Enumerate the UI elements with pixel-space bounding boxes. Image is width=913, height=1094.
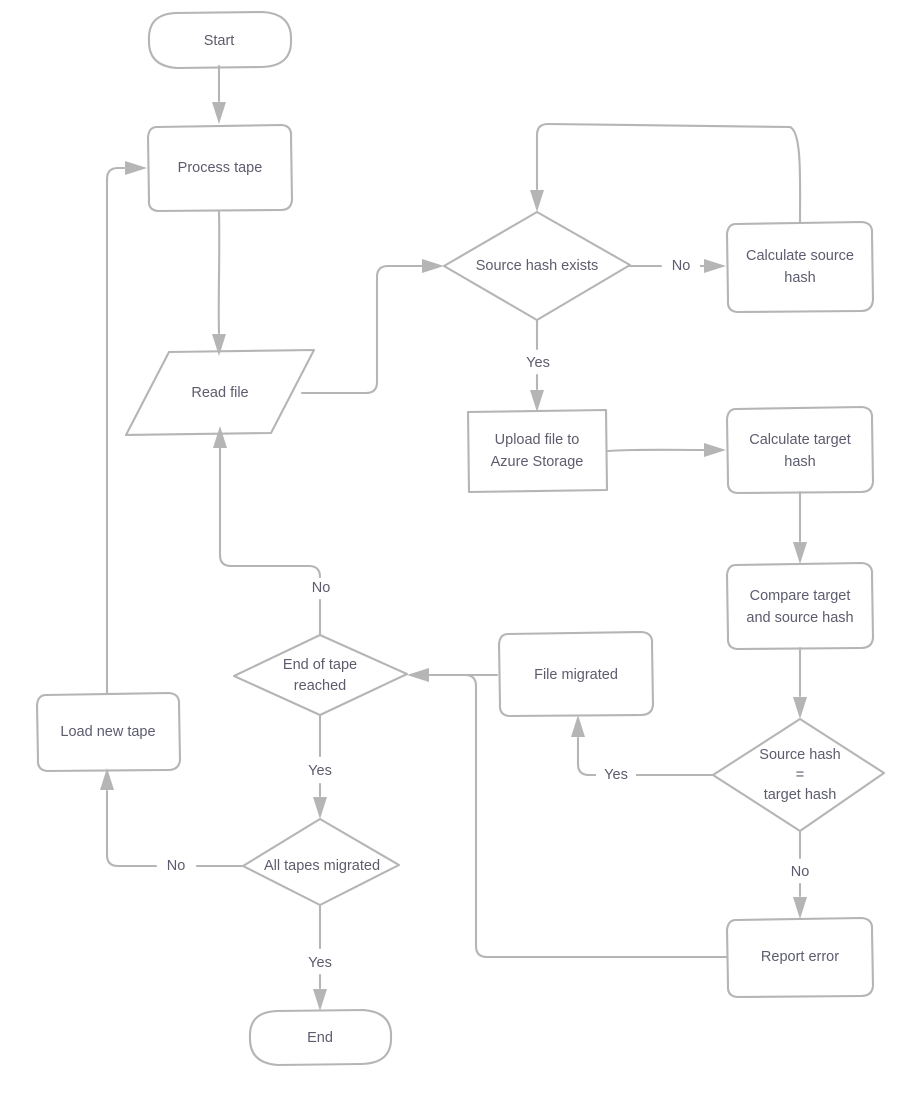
node-calculate-target-hash[interactable]: Calculate target hash <box>725 405 875 495</box>
edge-hash-equal-yes-to-file-migrated <box>571 715 715 777</box>
edge-process-tape-to-read-file <box>212 209 226 356</box>
node-source-hash-exists-label: Source hash exists <box>476 258 599 274</box>
svg-text:Yes: Yes <box>604 767 628 783</box>
node-calculate-source-hash[interactable]: Calculate source hash <box>725 220 875 314</box>
edge-label-hash-equal-no: No <box>781 862 819 882</box>
node-calculate-source-hash-label-line2: hash <box>784 270 815 286</box>
node-read-file[interactable]: Read file <box>124 348 316 437</box>
edge-upload-to-calculate-target-hash <box>606 443 726 457</box>
node-upload-file[interactable]: Upload file to Azure Storage <box>466 408 609 494</box>
node-process-tape[interactable]: Process tape <box>146 123 294 213</box>
node-hash-equal-label-line2: = <box>796 767 804 783</box>
node-end-of-tape-label-line2: reached <box>294 678 346 694</box>
node-all-tapes-label: All tapes migrated <box>264 858 380 874</box>
node-upload-file-label-line2: Azure Storage <box>491 454 584 470</box>
edge-label-all-tapes-no: No <box>157 856 195 876</box>
node-read-file-label: Read file <box>191 385 248 401</box>
node-calculate-target-hash-label-line2: hash <box>784 454 815 470</box>
node-load-new-tape[interactable]: Load new tape <box>35 691 182 773</box>
edge-end-of-tape-no-to-read-file <box>213 426 322 637</box>
node-file-migrated[interactable]: File migrated <box>497 630 655 718</box>
edge-label-source-hash-exists-no: No <box>662 256 700 276</box>
svg-text:Yes: Yes <box>526 355 550 371</box>
edge-calculate-source-hash-loopback <box>530 122 802 225</box>
node-start[interactable]: Start <box>147 10 293 70</box>
node-end-of-tape-label-line1: End of tape <box>283 657 357 673</box>
node-hash-equal-label-line1: Source hash <box>759 747 840 763</box>
edge-label-hash-equal-yes: Yes <box>596 765 636 785</box>
node-calculate-source-hash-label-line1: Calculate source <box>746 248 854 264</box>
edge-start-to-process-tape <box>212 64 226 124</box>
node-end-of-tape-decision[interactable]: End of tape reached <box>232 633 409 717</box>
edge-all-tapes-no-to-load-new-tape <box>100 768 245 868</box>
svg-text:No: No <box>791 864 810 880</box>
node-report-error-label: Report error <box>761 949 839 965</box>
node-start-label: Start <box>204 33 235 49</box>
svg-text:No: No <box>312 580 331 596</box>
edge-compare-to-hash-equal <box>793 646 807 719</box>
svg-text:Yes: Yes <box>308 955 332 971</box>
edge-load-new-tape-to-process-tape <box>105 161 147 696</box>
svg-text:No: No <box>167 858 186 874</box>
svg-text:No: No <box>672 258 691 274</box>
edge-calculate-target-hash-to-compare <box>793 490 807 564</box>
node-compare-hashes-label-line2: and source hash <box>746 610 853 626</box>
edge-label-end-of-tape-no: No <box>302 578 340 598</box>
edge-read-file-to-source-hash-exists <box>300 259 444 395</box>
svg-text:Yes: Yes <box>308 763 332 779</box>
flowchart-canvas: Start Process tape Read file Source hash… <box>0 0 913 1094</box>
node-calculate-target-hash-label-line1: Calculate target <box>749 432 851 448</box>
node-process-tape-label: Process tape <box>178 160 263 176</box>
node-compare-hashes[interactable]: Compare target and source hash <box>725 561 875 651</box>
node-all-tapes-decision[interactable]: All tapes migrated <box>241 817 401 907</box>
flowchart-svg: Start Process tape Read file Source hash… <box>35 10 886 1067</box>
edge-label-end-of-tape-yes: Yes <box>300 761 340 781</box>
node-hash-equal-label-line3: target hash <box>764 787 837 803</box>
node-source-hash-exists[interactable]: Source hash exists <box>442 210 632 322</box>
node-end-label: End <box>307 1030 333 1046</box>
node-file-migrated-label: File migrated <box>534 667 618 683</box>
node-report-error[interactable]: Report error <box>725 916 875 999</box>
edge-label-source-hash-exists-yes: Yes <box>518 353 558 373</box>
node-compare-hashes-label-line1: Compare target <box>750 588 851 604</box>
node-load-new-tape-label: Load new tape <box>60 724 155 740</box>
node-end[interactable]: End <box>248 1008 393 1067</box>
node-upload-file-label-line1: Upload file to <box>495 432 580 448</box>
edge-label-all-tapes-yes: Yes <box>300 953 340 973</box>
node-hash-equal-decision[interactable]: Source hash = target hash <box>711 717 886 833</box>
